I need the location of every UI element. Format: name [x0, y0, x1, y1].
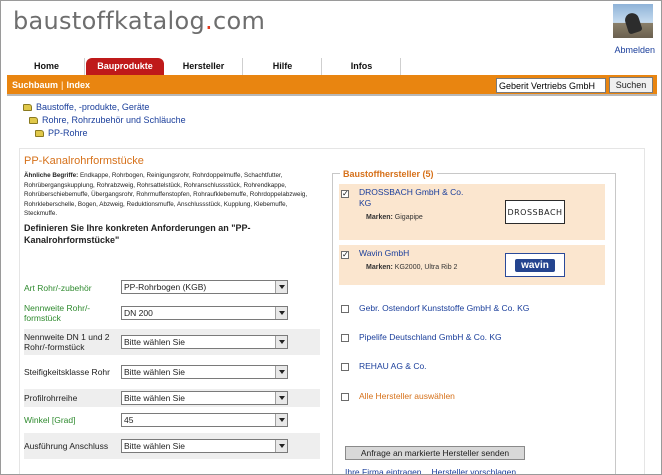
filter-row: Ausführung Anschluss Bitte wählen Sie	[24, 433, 320, 459]
filter-row: Steifigkeitsklasse Rohr Bitte wählen Sie	[24, 359, 320, 385]
dropdown-arrow-icon	[275, 414, 287, 426]
requirements-prompt: Definieren Sie Ihre konkreten Anforderun…	[24, 223, 251, 245]
dropdown-arrow-icon	[275, 336, 287, 348]
header: baustoffkatalog.com Abmelden Home Baupro…	[1, 1, 661, 96]
manufacturer-row: ✓ Wavin GmbH Marken: KG2000, Ultra Rib 2…	[339, 245, 605, 285]
select-all-row: Alle Hersteller auswählen	[339, 390, 605, 406]
dropdown-arrow-icon	[275, 392, 287, 404]
filter-label: Winkel [Grad]	[24, 415, 76, 425]
search-input[interactable]	[496, 78, 606, 93]
filter-row: Art Rohr/-zubehör PP-Rohrbogen (KGB)	[24, 279, 320, 296]
filter-label: Art Rohr/-zubehör	[24, 282, 92, 293]
avatar-figure	[623, 11, 643, 35]
panel-links: Ihre Firma eintragen Hersteller vorschlag…	[345, 467, 526, 474]
breadcrumb-item[interactable]: PP-Rohre	[35, 128, 88, 138]
manufacturer-row: ✓ DROSSBACH GmbH & Co. KG Marken: Gigapi…	[339, 184, 605, 240]
manufacturer-checkbox[interactable]	[341, 334, 349, 342]
filter-select-winkel[interactable]: 45	[121, 413, 288, 427]
manufacturer-checkbox[interactable]: ✓	[341, 190, 349, 198]
logo-tld: com	[212, 7, 266, 35]
filter-select-profilrohrreihe[interactable]: Bitte wählen Sie	[121, 391, 288, 405]
folder-open-icon	[35, 130, 44, 137]
filter-label: Nennweite Rohr/-formstück	[24, 303, 91, 323]
suggest-manufacturer-link[interactable]: Hersteller vorschlagen	[432, 467, 517, 474]
drossbach-logo-icon: DROSSBACH	[505, 200, 565, 224]
filter-select-nennweite[interactable]: DN 200	[121, 306, 288, 320]
select-all-label[interactable]: Alle Hersteller auswählen	[359, 391, 455, 401]
toolbar-links: Suchbaum | Index	[12, 80, 90, 90]
filter-row: Profilrohrreihe Bitte wählen Sie	[24, 389, 320, 407]
breadcrumb-item[interactable]: Rohre, Rohrzubehör und Schläuche	[29, 115, 186, 125]
manufacturer-brands: Marken: KG2000, Ultra Rib 2	[366, 264, 458, 271]
filter-row: Nennweite Rohr/-formstück DN 200	[24, 301, 320, 325]
manufacturer-panel-title: Baustoffhersteller (5)	[340, 169, 437, 179]
register-company-link[interactable]: Ihre Firma eintragen	[345, 467, 422, 474]
filter-select-steifigkeit[interactable]: Bitte wählen Sie	[121, 365, 288, 379]
manufacturer-name[interactable]: Gebr. Ostendorf Kunststoffe GmbH & Co. K…	[359, 303, 529, 314]
filter-row: Winkel [Grad] 45	[24, 411, 320, 429]
toolbar-separator: |	[61, 80, 64, 90]
filter-select-nennweite-dn[interactable]: Bitte wählen Sie	[121, 335, 288, 349]
filter-label: Ausführung Anschluss	[24, 441, 109, 451]
manufacturer-row: Gebr. Ostendorf Kunststoffe GmbH & Co. K…	[339, 302, 605, 318]
manufacturer-row: REHAU AG & Co.	[339, 360, 605, 376]
filter-select-ausfuehrung[interactable]: Bitte wählen Sie	[121, 439, 288, 453]
similar-terms: Ähnliche Begriffe: Endkappe, Rohrbogen, …	[24, 171, 318, 219]
site-logo[interactable]: baustoffkatalog.com	[13, 7, 265, 35]
folder-open-icon	[29, 117, 38, 124]
index-link[interactable]: Index	[67, 80, 91, 90]
manufacturer-checkbox[interactable]	[341, 363, 349, 371]
main-content: PP-Kanalrohrformstücke Ähnliche Begriffe…	[19, 148, 645, 474]
select-all-checkbox[interactable]	[341, 393, 349, 401]
dropdown-arrow-icon	[275, 366, 287, 378]
manufacturer-name[interactable]: DROSSBACH GmbH & Co. KG	[359, 187, 469, 209]
dropdown-arrow-icon	[275, 281, 287, 293]
tab-home[interactable]: Home	[9, 58, 85, 75]
manufacturer-checkbox[interactable]: ✓	[341, 251, 349, 259]
manufacturer-brands: Marken: Gigapipe	[366, 214, 423, 221]
send-request-button[interactable]: Anfrage an markierte Hersteller senden	[345, 446, 525, 460]
filter-label: Profilrohrreihe	[24, 393, 78, 403]
tab-hersteller[interactable]: Hersteller	[165, 58, 243, 75]
manufacturer-name[interactable]: Pipelife Deutschland GmbH & Co. KG	[359, 332, 502, 343]
logo-main: baustoffkatalog	[13, 7, 206, 35]
user-avatar-icon	[613, 4, 653, 38]
page-frame: baustoffkatalog.com Abmelden Home Baupro…	[0, 0, 662, 475]
folder-open-icon	[23, 104, 32, 111]
logout-link[interactable]: Abmelden	[614, 45, 655, 55]
dropdown-arrow-icon	[275, 440, 287, 452]
dropdown-arrow-icon	[275, 307, 287, 319]
page-title: PP-Kanalrohrformstücke	[24, 155, 144, 167]
filter-label: Nennweite DN 1 und 2 Rohr/-formstück	[24, 332, 110, 352]
manufacturer-name[interactable]: Wavin GmbH	[359, 248, 499, 259]
manufacturer-panel: ✓ DROSSBACH GmbH & Co. KG Marken: Gigapi…	[332, 173, 616, 474]
tab-hilfe[interactable]: Hilfe	[244, 58, 322, 75]
manufacturer-checkbox[interactable]	[341, 305, 349, 313]
toolbar: Suchbaum|Index Suchen	[7, 75, 657, 96]
tab-bauprodukte[interactable]: Bauprodukte	[86, 58, 164, 75]
breadcrumb-item[interactable]: Baustoffe, -produkte, Geräte	[23, 102, 149, 112]
manufacturer-name[interactable]: REHAU AG & Co.	[359, 361, 427, 372]
suchbaum-link[interactable]: Suchbaum	[12, 80, 58, 90]
main-tabs: Home Bauprodukte Hersteller Hilfe Infos	[9, 58, 653, 75]
logo-dot: .	[205, 7, 213, 35]
filter-row: Nennweite DN 1 und 2 Rohr/-formstück Bit…	[24, 329, 320, 355]
manufacturer-row: Pipelife Deutschland GmbH & Co. KG	[339, 331, 605, 347]
search-button[interactable]: Suchen	[609, 77, 653, 93]
tab-infos[interactable]: Infos	[323, 58, 401, 75]
wavin-logo-icon: wavin	[505, 253, 565, 277]
similar-terms-label: Ähnliche Begriffe:	[24, 172, 79, 179]
filter-label: Steifigkeitsklasse Rohr	[24, 367, 110, 377]
filter-select-art[interactable]: PP-Rohrbogen (KGB)	[121, 280, 288, 294]
